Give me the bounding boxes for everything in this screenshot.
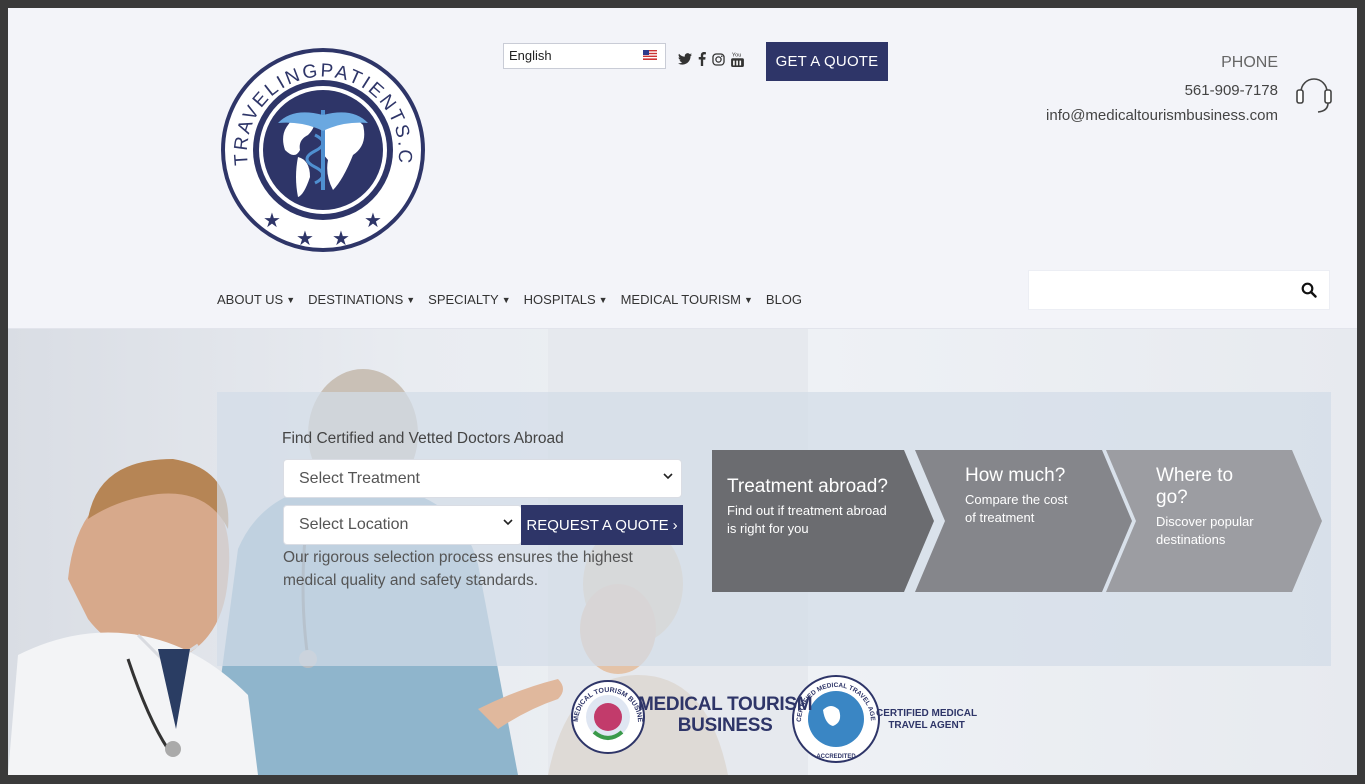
main-nav: ABOUT US ▼ DESTINATIONS ▼ SPECIALTY ▼ HOSPI… (217, 292, 815, 307)
language-select[interactable]: English (503, 43, 666, 69)
nav-item-label: HOSPITALS (523, 292, 596, 307)
step-cost[interactable]: How much? Compare the cost of treatment (965, 465, 1075, 527)
badge1-line1: MEDICAL TOURISM (638, 694, 813, 715)
chevron-down-icon (663, 473, 673, 480)
badge1-title: MEDICAL TOURISM BUSINESS (638, 694, 813, 736)
youtube-icon[interactable]: You (731, 51, 744, 67)
step-cost-text: Compare the cost of treatment (965, 492, 1068, 525)
twitter-icon[interactable] (678, 53, 692, 65)
nav-item-label: MEDICAL TOURISM (620, 292, 741, 307)
badge2-title: CERTIFIED MEDICAL TRAVEL AGENT (876, 708, 977, 732)
finder-description: Our rigorous selection process ensures t… (283, 549, 633, 589)
request-a-quote-button[interactable]: REQUEST A QUOTE › (521, 505, 683, 545)
phone-number[interactable]: 561-909-7178 (1185, 82, 1278, 99)
email-link[interactable]: info@medicaltourismbusiness.com (1046, 107, 1278, 124)
instagram-icon[interactable] (712, 52, 725, 66)
star-icon: ★ (263, 208, 281, 232)
headset-icon (1296, 78, 1332, 113)
nav-item-label: SPECIALTY (428, 292, 499, 307)
step-cost-title: How much? (965, 465, 1066, 486)
finder-title: Find Certified and Vetted Doctors Abroad (282, 430, 564, 447)
star-icon: ★ (364, 208, 382, 232)
search-box (1028, 270, 1330, 311)
step-destinations[interactable]: Where to go? Discover popular destinatio… (1156, 465, 1266, 549)
medical-tourism-business-badge[interactable]: MEDICAL TOURISM BUSINESS (568, 672, 645, 754)
caret-down-icon: ▼ (598, 294, 608, 305)
location-select-value: Select Location (299, 516, 409, 533)
location-select[interactable]: Select Location (283, 505, 522, 545)
badge1-line2: BUSINESS (677, 715, 773, 736)
facebook-icon[interactable] (698, 52, 706, 66)
star-icon: ★ (296, 226, 314, 250)
get-a-quote-button[interactable]: GET A QUOTE (766, 42, 888, 81)
phone-label: PHONE (1221, 54, 1278, 71)
treatment-select-value: Select Treatment (299, 470, 420, 487)
svg-text:You: You (732, 53, 741, 59)
search-icon[interactable] (1301, 282, 1317, 298)
nav-item-label: ABOUT US (217, 292, 284, 307)
nav-item-label: BLOG (765, 292, 803, 307)
step-treatment[interactable]: Treatment abroad? Find out if treatment … (727, 476, 892, 538)
caret-down-icon: ▼ (406, 294, 416, 305)
step-treatment-text: Find out if treatment abroad is right fo… (727, 503, 887, 536)
nav-item-label: DESTINATIONS (308, 292, 404, 307)
browser-viewport: TRAVELINGPATIENTS.COM ★ ★ ★ ★ English Yo… (8, 8, 1357, 775)
caret-down-icon: ▼ (743, 294, 753, 305)
nav-item-destinations[interactable]: DESTINATIONS ▼ (308, 292, 415, 307)
badge2-line2: TRAVEL AGENT (888, 720, 965, 731)
caret-down-icon: ▼ (286, 294, 296, 305)
treatment-select[interactable]: Select Treatment (283, 459, 682, 498)
nav-item-hospitals[interactable]: HOSPITALS ▼ (524, 292, 608, 307)
chevron-down-icon (503, 519, 513, 526)
chevron-right-icon: › (672, 516, 678, 534)
step-treatment-title: Treatment abroad? (727, 476, 888, 497)
nav-item-blog[interactable]: BLOG (766, 292, 802, 307)
nav-item-specialty[interactable]: SPECIALTY ▼ (428, 292, 510, 307)
social-links: You (678, 48, 744, 70)
nav-item-about-us[interactable]: ABOUT US ▼ (217, 292, 295, 307)
step-destinations-title: Where to go? (1156, 465, 1234, 508)
caret-down-icon: ▼ (501, 294, 511, 305)
badge2-line1: CERTIFIED MEDICAL (876, 708, 978, 719)
request-a-quote-label: REQUEST A QUOTE (526, 516, 669, 534)
language-select-value: English (509, 48, 552, 63)
star-icon: ★ (332, 226, 350, 250)
step-destinations-text: Discover popular destinations (1156, 514, 1254, 547)
nav-item-medical-tourism[interactable]: MEDICAL TOURISM ▼ (621, 292, 753, 307)
badge2-bottom-text: ACCREDITED (816, 754, 856, 760)
us-flag-icon (643, 50, 657, 60)
search-input[interactable] (1029, 271, 1301, 311)
travelingpatients-logo[interactable]: TRAVELINGPATIENTS.COM ★ ★ ★ ★ (218, 45, 428, 255)
